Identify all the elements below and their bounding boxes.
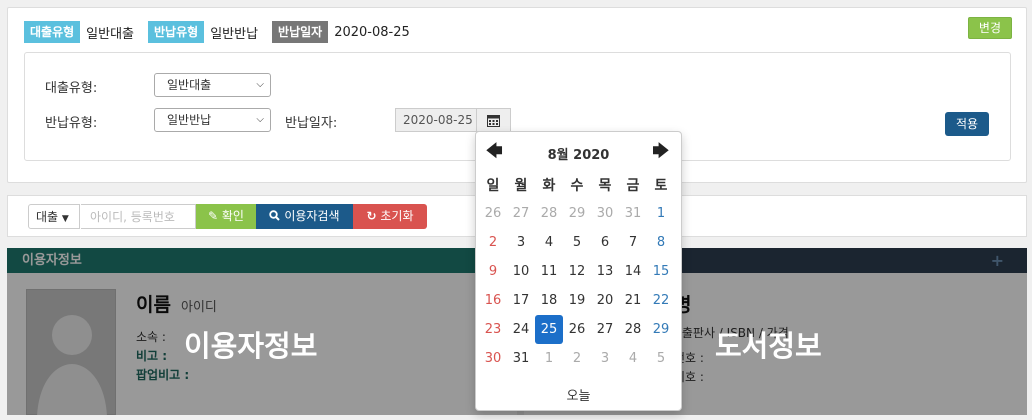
return-type-select[interactable]: 일반반납 ⌵ <box>154 108 271 132</box>
caret-down-icon: ▼ <box>61 214 69 224</box>
day-cell[interactable]: 6 <box>591 228 619 257</box>
reset-button[interactable]: ↻ 초기화 <box>353 204 427 229</box>
day-cell[interactable]: 10 <box>507 257 535 286</box>
today-button[interactable]: 오늘 <box>476 385 681 404</box>
return-date-label: 반납일자: <box>285 116 338 131</box>
day-cell[interactable]: 24 <box>507 315 535 344</box>
user-info-overlay-text: 이용자정보 <box>184 329 318 363</box>
calendar-icon <box>487 114 500 127</box>
day-cell[interactable]: 1 <box>647 199 675 228</box>
search-icon <box>269 210 281 221</box>
chevron-down-icon: ⌵ <box>256 79 264 90</box>
change-button[interactable]: 변경 <box>967 17 1012 39</box>
settings-summary: 대출유형 일반대출 반납유형 일반반납 반납일자 2020-08-25 <box>24 21 424 43</box>
weekday-header: 일 <box>486 177 500 194</box>
weekday-header: 수 <box>570 177 584 194</box>
datepicker: 🡄 8월 2020 🡆 일 월 화 수 목 금 토 26 27 28 29 30 31 1 2 3 4 5 6 7 8 9… <box>475 131 682 411</box>
day-cell[interactable]: 31 <box>619 199 647 228</box>
day-cell[interactable]: 26 <box>563 315 591 344</box>
day-cell[interactable]: 11 <box>535 257 563 286</box>
calendar-button[interactable] <box>476 108 511 132</box>
book-info-overlay-text: 도서정보 <box>715 329 822 363</box>
return-date-input[interactable]: 2020-08-25 <box>395 108 476 132</box>
loan-type-select[interactable]: 일반대출 ⌵ <box>154 73 271 97</box>
day-cell[interactable]: 12 <box>563 257 591 286</box>
user-search-button[interactable]: 이용자검색 <box>256 204 353 229</box>
day-cell[interactable]: 28 <box>535 199 563 228</box>
reset-label: 초기화 <box>380 209 414 223</box>
return-type-selected: 일반반납 <box>167 113 212 127</box>
day-cell[interactable]: 13 <box>591 257 619 286</box>
weekday-header: 월 <box>514 177 528 194</box>
day-cell[interactable]: 22 <box>647 286 675 315</box>
day-cell[interactable]: 30 <box>591 199 619 228</box>
return-date-value: 2020-08-25 <box>334 24 410 40</box>
refresh-icon: ↻ <box>366 209 377 223</box>
day-cell[interactable]: 27 <box>591 315 619 344</box>
weekday-header: 토 <box>654 177 668 194</box>
day-cell[interactable]: 18 <box>535 286 563 315</box>
weekday-header: 목 <box>598 177 612 194</box>
weekday-header: 금 <box>626 177 640 194</box>
day-cell[interactable]: 21 <box>619 286 647 315</box>
confirm-button[interactable]: ✎ 확인 <box>196 204 256 229</box>
return-type-label: 반납유형: <box>45 116 98 131</box>
day-cell[interactable]: 15 <box>647 257 675 286</box>
day-cell[interactable]: 27 <box>507 199 535 228</box>
day-cell[interactable]: 25 <box>535 315 563 344</box>
day-cell[interactable]: 8 <box>647 228 675 257</box>
day-cell[interactable]: 2 <box>563 344 591 373</box>
chevron-down-icon: ⌵ <box>256 114 264 125</box>
day-cell[interactable]: 28 <box>619 315 647 344</box>
weekday-header: 화 <box>542 177 556 194</box>
day-cell[interactable]: 4 <box>535 228 563 257</box>
day-cell[interactable]: 3 <box>591 344 619 373</box>
loan-type-tag: 대출유형 <box>24 21 81 43</box>
day-cell[interactable]: 30 <box>479 344 507 373</box>
pencil-icon: ✎ <box>208 209 219 223</box>
search-type-dropdown[interactable]: 대출 ▼ <box>28 204 80 229</box>
day-cell[interactable]: 5 <box>563 228 591 257</box>
datepicker-grid: 일 월 화 수 목 금 토 26 27 28 29 30 31 1 2 3 4 5 6 7 8 9 10 11 12 13 14 15… <box>479 170 675 373</box>
day-cell[interactable]: 5 <box>647 344 675 373</box>
search-input[interactable]: 아이디, 등록번호 <box>81 204 196 229</box>
loan-type-label: 대출유형: <box>45 81 98 96</box>
next-month-icon[interactable]: 🡆 <box>652 140 669 167</box>
day-cell[interactable]: 26 <box>479 199 507 228</box>
day-cell[interactable]: 29 <box>563 199 591 228</box>
day-cell[interactable]: 20 <box>591 286 619 315</box>
day-cell[interactable]: 1 <box>535 344 563 373</box>
return-date-tag: 반납일자 <box>272 21 329 43</box>
day-cell[interactable]: 29 <box>647 315 675 344</box>
user-search-label: 이용자검색 <box>284 209 340 223</box>
day-cell[interactable]: 14 <box>619 257 647 286</box>
day-cell[interactable]: 2 <box>479 228 507 257</box>
search-type-label: 대출 <box>36 210 59 224</box>
confirm-label: 확인 <box>221 209 244 223</box>
day-cell[interactable]: 23 <box>479 315 507 344</box>
return-type-tag: 반납유형 <box>148 21 205 43</box>
loan-type-selected: 일반대출 <box>167 78 212 92</box>
day-cell[interactable]: 4 <box>619 344 647 373</box>
apply-button[interactable]: 적용 <box>945 112 990 136</box>
day-cell[interactable]: 19 <box>563 286 591 315</box>
day-cell[interactable]: 9 <box>479 257 507 286</box>
loan-type-value: 일반대출 <box>86 26 135 42</box>
day-cell[interactable]: 7 <box>619 228 647 257</box>
day-cell[interactable]: 16 <box>479 286 507 315</box>
return-type-value: 일반반납 <box>210 26 259 42</box>
day-cell[interactable]: 31 <box>507 344 535 373</box>
datepicker-title[interactable]: 8월 2020 <box>476 144 681 163</box>
day-cell[interactable]: 3 <box>507 228 535 257</box>
day-cell[interactable]: 17 <box>507 286 535 315</box>
